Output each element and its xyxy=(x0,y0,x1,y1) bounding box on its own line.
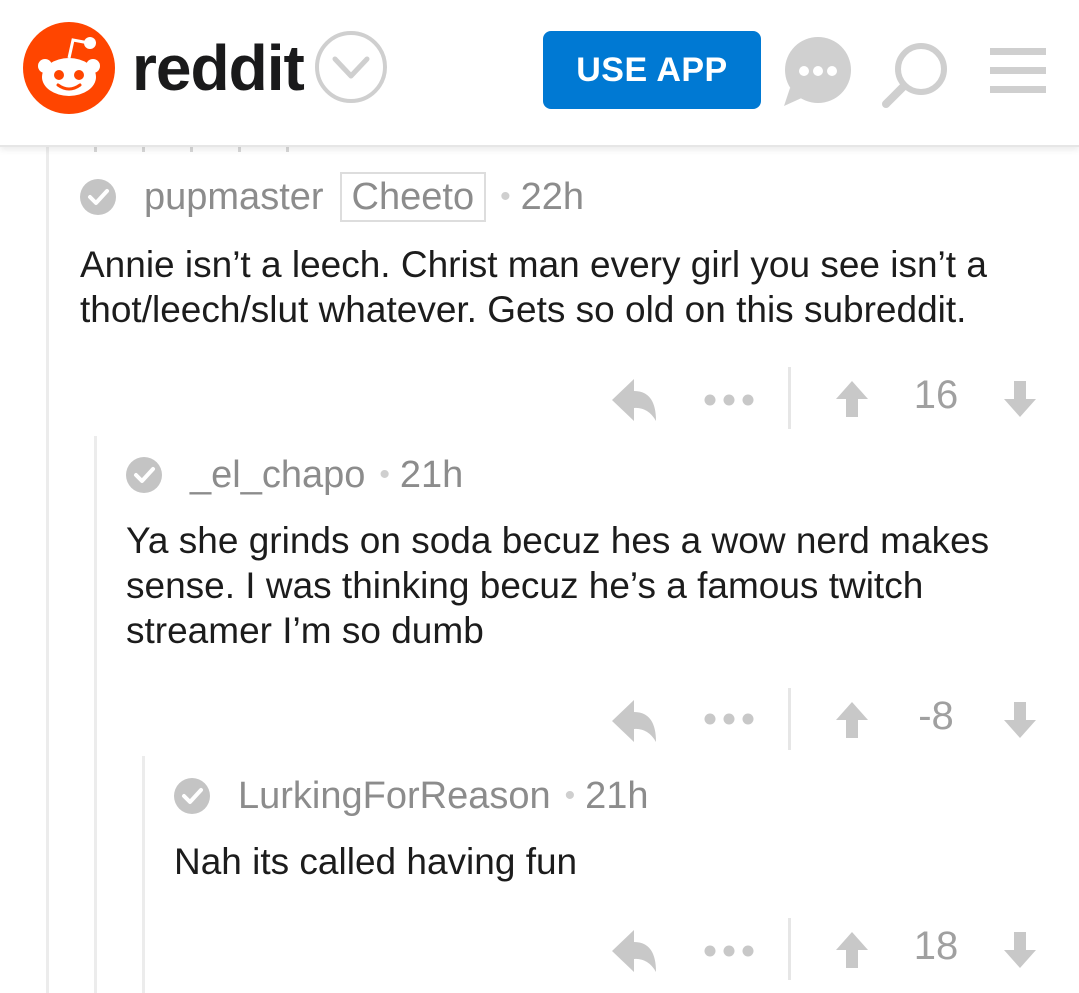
action-divider xyxy=(788,367,791,429)
comment-age: 21h xyxy=(585,774,649,817)
comment-author[interactable]: LurkingForReason xyxy=(238,775,551,818)
user-flair: Cheeto xyxy=(339,172,487,222)
comment-author[interactable]: _el_chapo xyxy=(190,454,365,497)
check-circle-icon xyxy=(126,457,162,493)
check-circle-icon xyxy=(80,179,116,215)
use-app-button[interactable]: USE APP xyxy=(543,31,761,109)
chevron-down-icon[interactable] xyxy=(314,30,388,104)
comment-age: 22h xyxy=(520,175,585,218)
separator-dot: • xyxy=(379,458,390,491)
more-icon[interactable] xyxy=(703,712,755,726)
reply-icon[interactable] xyxy=(610,928,658,974)
top-bar: reddit USE APP xyxy=(0,0,1079,147)
comment-actions: 16 xyxy=(0,365,1079,435)
comment-actions: -8 xyxy=(0,686,1079,756)
downvote-icon[interactable] xyxy=(1002,930,1038,970)
search-icon[interactable] xyxy=(880,40,950,110)
comment-age: 21h xyxy=(399,453,464,496)
reddit-wordmark[interactable]: reddit xyxy=(132,28,305,108)
downvote-icon[interactable] xyxy=(1002,379,1038,419)
more-icon[interactable] xyxy=(703,944,755,958)
reply-icon[interactable] xyxy=(610,377,658,423)
upvote-icon[interactable] xyxy=(834,930,870,970)
comment-body: Annie isn’t a leech. Christ man every gi… xyxy=(80,244,987,330)
comment-score: -8 xyxy=(918,694,954,738)
comment-meta: pupmaster Cheeto • 22h xyxy=(80,172,584,222)
chat-icon[interactable] xyxy=(780,36,854,108)
upvote-icon[interactable] xyxy=(834,379,870,419)
comment-score: 18 xyxy=(913,924,959,968)
reply-icon[interactable] xyxy=(610,698,658,744)
comment-meta: LurkingForReason • 21h xyxy=(174,771,649,821)
thread-line[interactable] xyxy=(46,146,49,993)
action-divider xyxy=(788,688,791,750)
comment-actions: 18 xyxy=(0,916,1079,986)
separator-dot: • xyxy=(500,180,511,213)
more-icon[interactable] xyxy=(703,393,755,407)
action-divider xyxy=(788,918,791,980)
downvote-icon[interactable] xyxy=(1002,700,1038,740)
comment-body: Nah its called having fun xyxy=(174,841,578,882)
comment-author[interactable]: pupmaster xyxy=(144,176,324,219)
upvote-icon[interactable] xyxy=(834,700,870,740)
check-circle-icon xyxy=(174,778,210,814)
comment-body: Ya she grinds on soda becuz hes a wow ne… xyxy=(126,520,990,651)
separator-dot: • xyxy=(564,779,576,812)
reddit-alien-icon[interactable] xyxy=(23,22,115,114)
comment-score: 16 xyxy=(913,373,959,417)
menu-icon[interactable] xyxy=(990,46,1046,96)
comment-meta: _el_chapo • 21h xyxy=(126,450,463,500)
